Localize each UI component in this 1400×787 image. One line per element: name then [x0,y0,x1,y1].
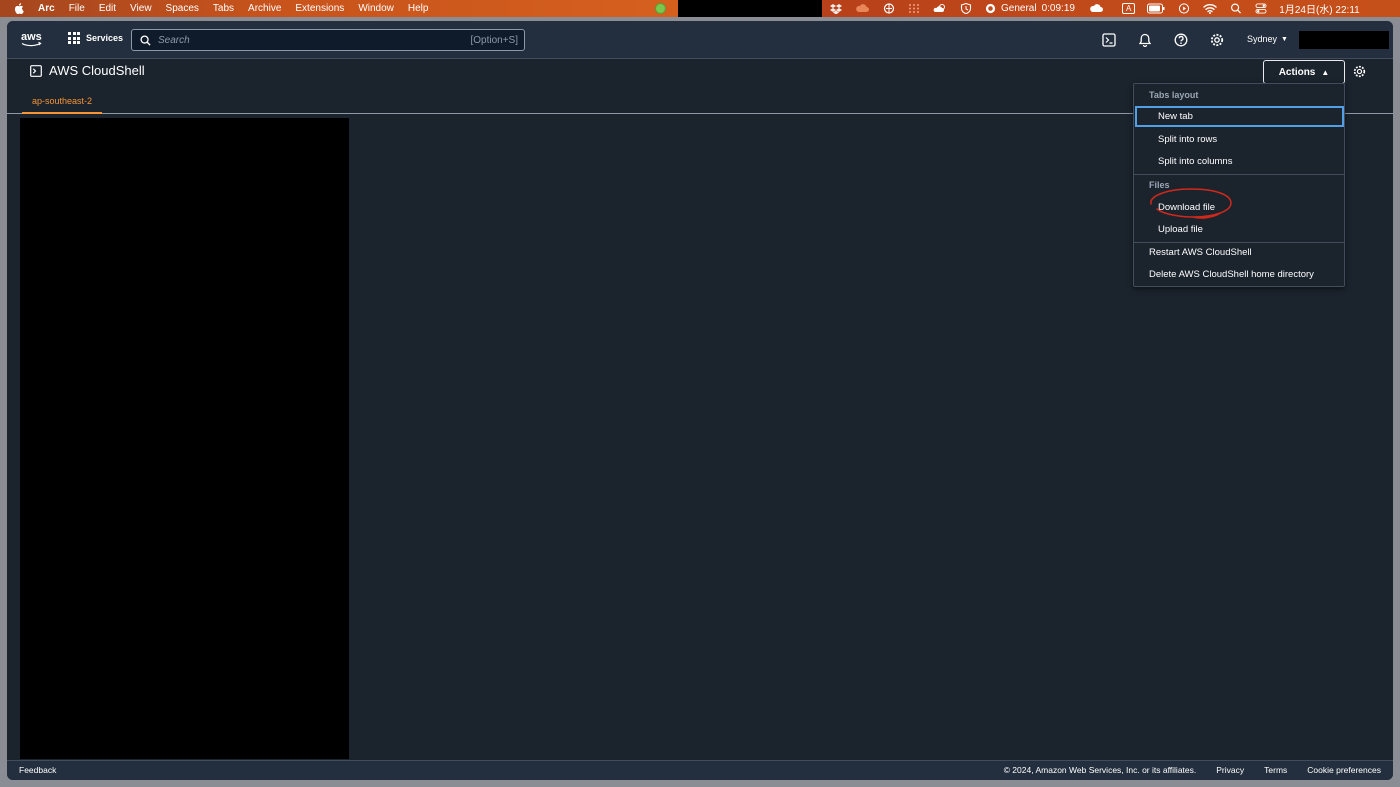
cookie-preferences-link[interactable]: Cookie preferences [1307,765,1381,775]
cloud-sync-icon[interactable] [1089,3,1104,14]
caret-down-icon: ▼ [1281,35,1288,43]
bell-icon[interactable] [1138,33,1152,47]
menu-item-split-into-rows[interactable]: Split into rows [1135,129,1344,150]
menu-bar-notch [678,0,822,17]
console-footer: Feedback © 2024, Amazon Web Services, In… [7,760,1393,780]
cloudshell-icon[interactable] [1102,33,1116,47]
menu-edit[interactable]: Edit [99,3,116,14]
group-title-tabs-layout: Tabs layout [1149,90,1199,100]
battery-icon[interactable] [1147,3,1165,14]
status-label[interactable]: General [1001,3,1037,14]
wifi-icon[interactable] [1203,3,1217,14]
region-label: Sydney [1247,34,1278,44]
search-icon [140,34,151,46]
preferences-gear-icon[interactable] [1353,65,1366,78]
menu-item-restart-cloudshell[interactable]: Restart AWS CloudShell [1135,242,1344,263]
menu-divider [1134,174,1344,175]
terminal-pane[interactable] [20,118,349,759]
menu-spaces[interactable]: Spaces [166,3,199,14]
menu-bar-left: Arc File Edit View Spaces Tabs Archive E… [0,0,678,17]
aws-logo-text: aws [21,31,42,43]
spotlight-search-icon[interactable] [1230,3,1242,14]
page-title: AWS CloudShell [49,63,145,78]
cloud-icon[interactable] [855,3,870,14]
input-method-indicator[interactable]: A [1121,3,1136,14]
menu-archive[interactable]: Archive [248,3,281,14]
play-icon[interactable] [1178,3,1190,14]
clock-readout[interactable]: 1月24日(水) 22:11 [1279,1,1359,16]
footer-right: © 2024, Amazon Web Services, Inc. or its… [984,765,1381,775]
menu-help[interactable]: Help [408,3,429,14]
terms-link[interactable]: Terms [1264,765,1287,775]
macos-menu-bar: Arc File Edit View Spaces Tabs Archive E… [0,0,1400,17]
aws-top-nav: aws Services [Option+S] Sydney ▼ [7,21,1393,59]
menu-file[interactable]: File [69,3,85,14]
privacy-link[interactable]: Privacy [1216,765,1244,775]
aws-logo[interactable]: aws [20,29,44,49]
search-shortcut-hint: [Option+S] [470,35,518,46]
search-input[interactable] [158,34,458,46]
menu-app-name[interactable]: Arc [38,3,55,14]
menu-item-new-tab[interactable]: New tab [1135,106,1344,127]
timer-readout[interactable]: 0:09:19 [1042,3,1075,14]
tab-ap-southeast-2[interactable]: ap-southeast-2 [22,93,102,114]
menu-tabs[interactable]: Tabs [213,3,234,14]
shield-timer-icon[interactable] [960,3,972,14]
grid-dots-icon[interactable] [908,3,920,14]
terminal-icon [30,65,42,77]
menu-view[interactable]: View [130,3,152,14]
services-button[interactable]: Services [68,32,123,44]
caret-up-icon: ▲ [1321,67,1330,77]
services-label: Services [86,33,124,43]
account-menu-redacted[interactable] [1299,31,1389,49]
vpn-icon[interactable] [883,3,895,14]
actions-button[interactable]: Actions ▲ [1263,60,1345,84]
control-center-icon[interactable] [1255,3,1267,14]
annotation-circle [1150,188,1232,219]
dropbox-icon[interactable] [830,3,842,14]
help-icon[interactable] [1174,33,1188,47]
services-grid-icon [68,32,80,44]
chat-status-icon[interactable] [655,3,666,14]
menu-item-split-into-columns[interactable]: Split into columns [1135,151,1344,172]
feedback-link[interactable]: Feedback [19,765,56,775]
search-bar[interactable]: [Option+S] [131,29,525,51]
menu-extensions[interactable]: Extensions [295,3,344,14]
apple-icon[interactable] [14,3,24,14]
browser-window: aws Services [Option+S] Sydney ▼ AWS Clo… [7,21,1393,780]
weather-icon[interactable] [933,3,947,14]
actions-label: Actions [1278,66,1316,78]
copyright-text: © 2024, Amazon Web Services, Inc. or its… [1003,765,1197,775]
focus-status-icon[interactable] [985,3,996,14]
menu-window[interactable]: Window [358,3,394,14]
menu-bar-status-area: General 0:09:19 A 1月24日(水) 22:11 [822,0,1400,17]
region-selector[interactable]: Sydney ▼ [1247,34,1288,44]
gear-icon[interactable] [1210,33,1224,47]
menu-item-delete-home-directory[interactable]: Delete AWS CloudShell home directory [1135,264,1344,285]
